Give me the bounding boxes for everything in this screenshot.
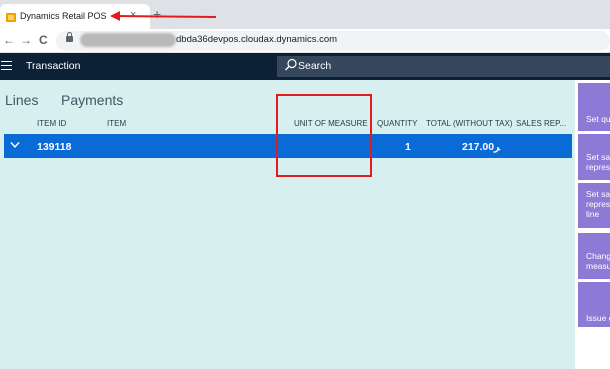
action-label: Set sal <box>586 152 610 162</box>
red-arrow-annotation <box>110 11 217 21</box>
set-sales-rep-line-button[interactable]: Set sal repres line <box>578 183 610 228</box>
cell-item-id: 139118 <box>37 141 72 153</box>
search-placeholder: Search <box>298 60 332 72</box>
address-bar: ← → C dbda36devpos.cloudax.dynamics.com <box>0 29 610 53</box>
cell-quantity: 1 <box>405 141 411 153</box>
action-label: measu <box>586 261 610 271</box>
red-highlight-annotation <box>276 94 372 177</box>
action-label: repres <box>586 162 610 172</box>
search-icon[interactable] <box>284 58 298 72</box>
action-label: line <box>586 209 600 219</box>
set-quantity-button[interactable]: Set qu <box>578 83 610 131</box>
column-header-item-id[interactable]: ITEM ID <box>37 119 66 128</box>
action-label: repres <box>586 199 610 209</box>
page-title: Transaction <box>26 60 81 72</box>
change-unit-of-measure-button[interactable]: Chang measu <box>578 233 610 279</box>
browser-tab-strip: Dynamics Retail POS × + <box>0 0 610 29</box>
column-header-item[interactable]: ITEM <box>107 119 126 128</box>
set-sales-rep-button[interactable]: Set sal repres <box>578 134 610 180</box>
tab-lines[interactable]: Lines <box>5 92 38 108</box>
hamburger-icon[interactable] <box>1 61 12 70</box>
back-arrow-icon[interactable]: ← <box>3 33 15 47</box>
forward-arrow-icon[interactable]: → <box>20 33 32 47</box>
action-label: Chang <box>586 251 610 261</box>
tab-title: Dynamics Retail POS <box>20 11 107 21</box>
column-header-sales-rep[interactable]: SALES REP... <box>516 119 566 128</box>
column-header-total[interactable]: TOTAL (WITHOUT TAX) <box>426 119 513 128</box>
url-text: dbda36devpos.cloudax.dynamics.com <box>176 34 338 45</box>
tab-payments[interactable]: Payments <box>61 92 123 108</box>
action-label: Set sal <box>586 189 610 199</box>
app-header: Transaction Search <box>0 53 610 80</box>
action-label: Set qu <box>586 114 610 124</box>
issue-button[interactable]: Issue c <box>578 282 610 327</box>
column-header-quantity[interactable]: QUANTITY <box>377 119 417 128</box>
chevron-down-icon[interactable] <box>10 141 20 149</box>
reload-icon[interactable]: C <box>39 33 48 47</box>
action-label: Issue c <box>586 313 610 323</box>
office-favicon-icon <box>6 13 16 22</box>
cell-total: 217.00ﺮ <box>462 141 500 153</box>
lock-icon <box>66 32 73 42</box>
redacted-url-part <box>80 33 176 47</box>
